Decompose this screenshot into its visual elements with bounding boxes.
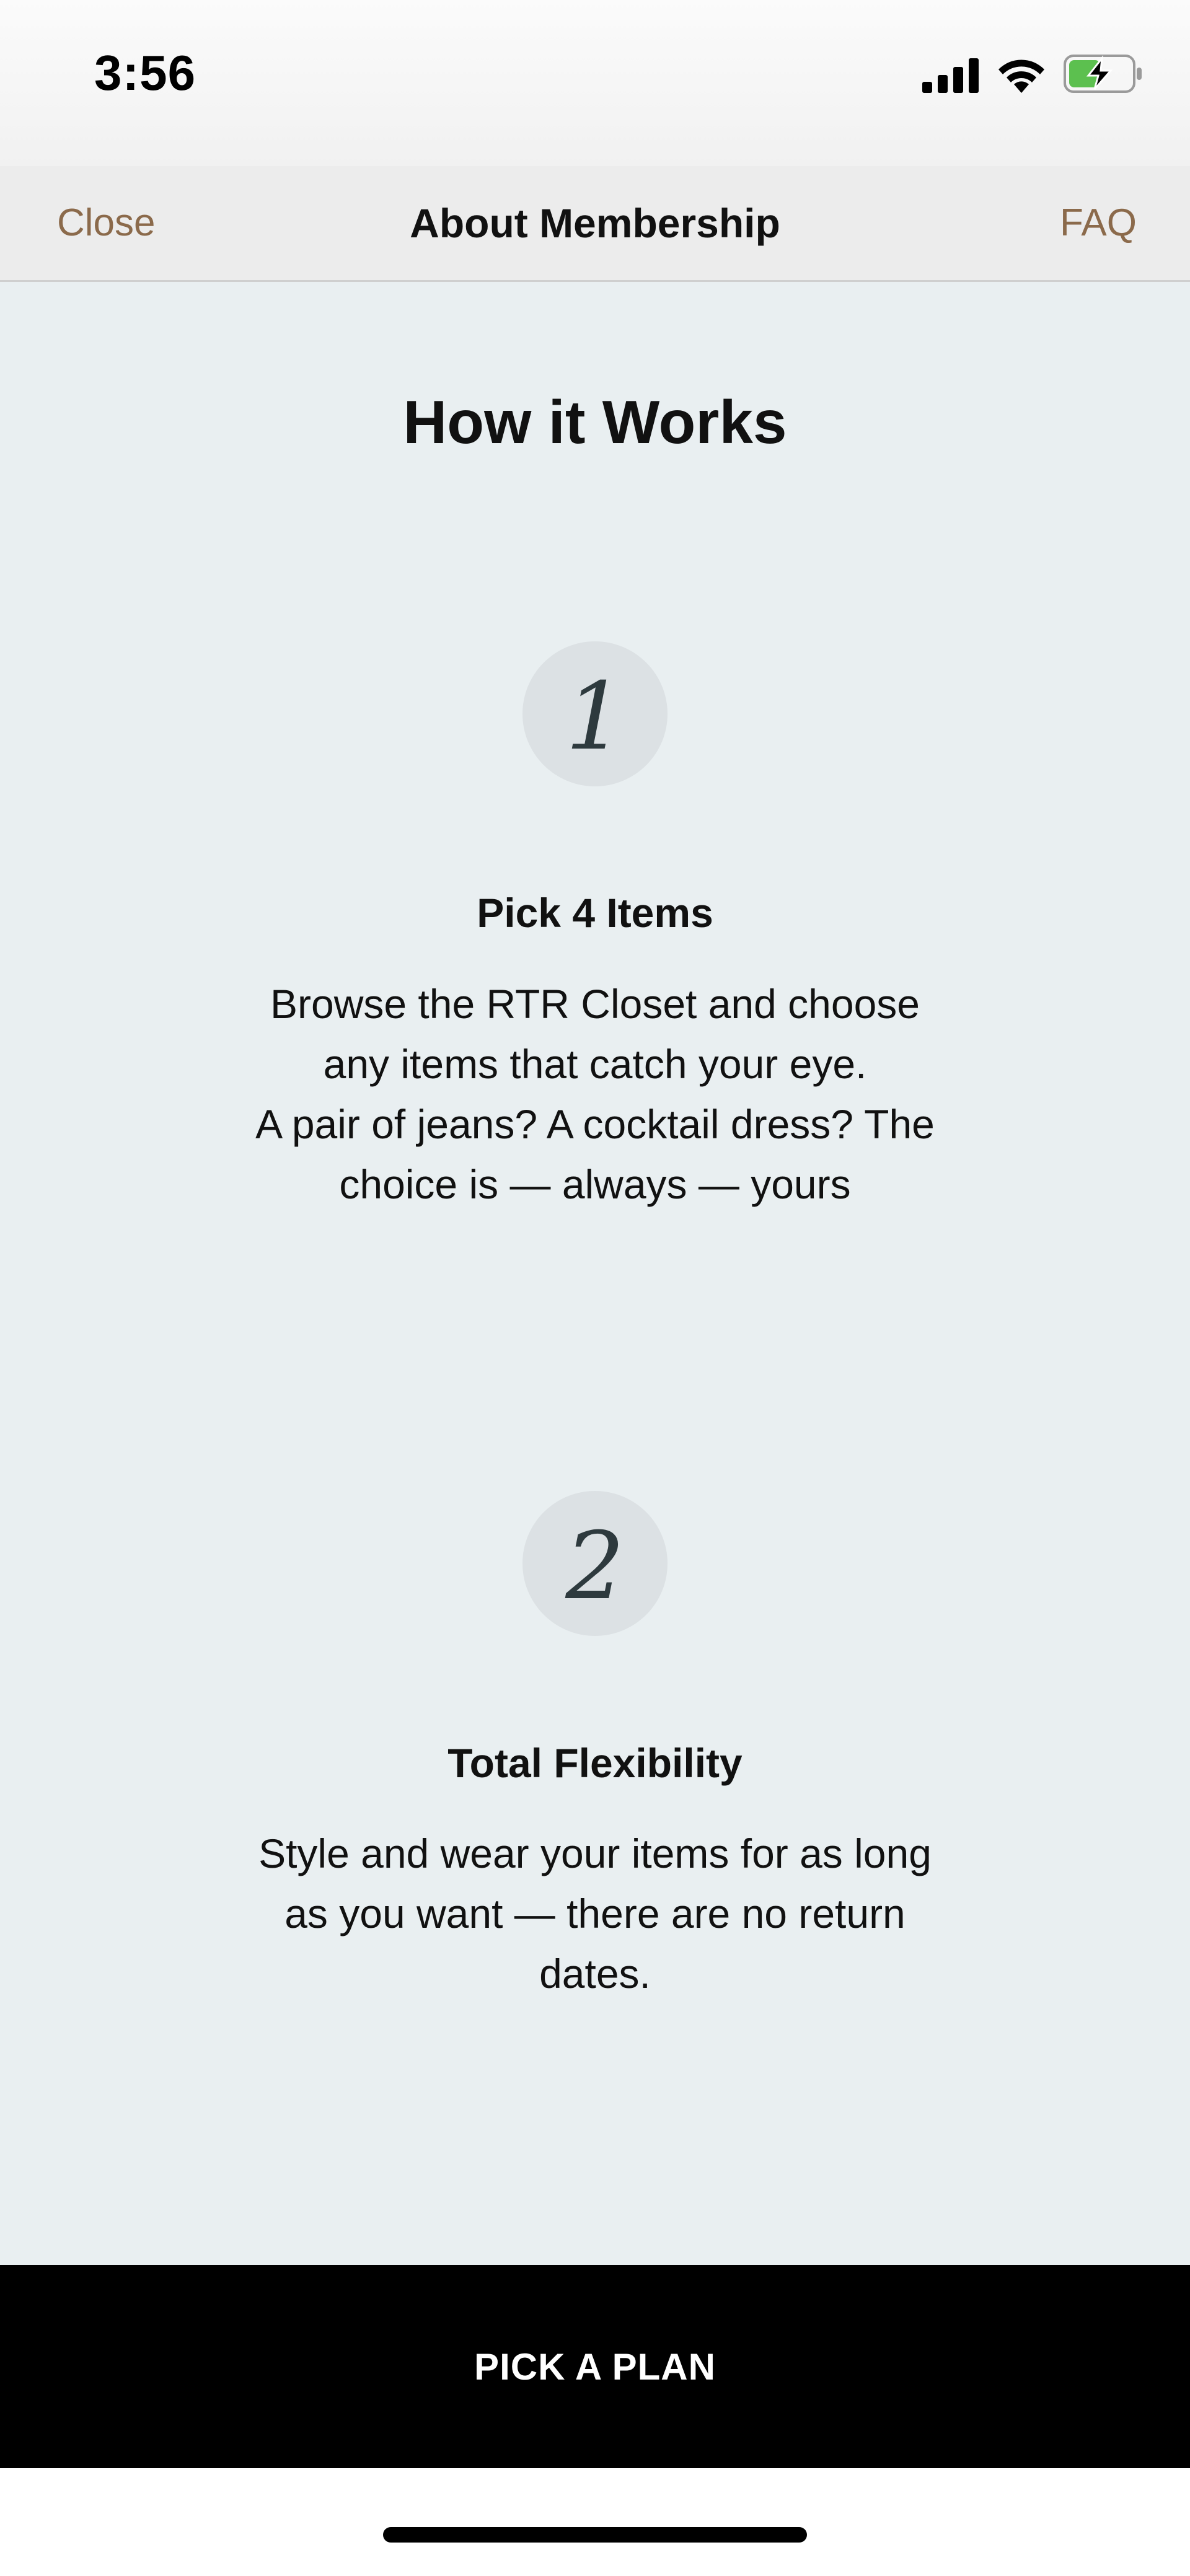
step-number-badge: 1 [522, 641, 668, 786]
description-line: Browse the RTR Closet and choose [270, 981, 920, 1027]
description-line: A pair of jeans? A cocktail dress? The [255, 1101, 935, 1147]
step-title: Total Flexibility [447, 1740, 743, 1786]
section-title: How it Works [403, 388, 787, 456]
step-number: 2 [565, 1513, 625, 1620]
step-number-badge: 2 [522, 1491, 668, 1636]
pick-a-plan-button[interactable]: PICK A PLAN [0, 2265, 1190, 2468]
description-line: choice is — always — yours [339, 1161, 851, 1207]
signal-icon [922, 58, 979, 93]
step-description: Style and wear your items for as long as… [223, 1824, 967, 2004]
step-number: 1 [565, 663, 625, 771]
how-it-works-section: How it Works 1 Pick 4 Items Browse the R… [0, 282, 1190, 2265]
description-line: dates. [539, 1951, 651, 1997]
faq-link[interactable]: FAQ [1060, 166, 1137, 280]
description-line: as you want — there are no return [284, 1891, 906, 1936]
home-indicator[interactable] [383, 2527, 807, 2543]
status-icons [922, 53, 1143, 93]
home-indicator-area [0, 2468, 1190, 2576]
nav-bar: Close About Membership FAQ [0, 166, 1190, 282]
status-bar: 3:56 [0, 0, 1190, 166]
battery-charging-icon [1064, 55, 1142, 93]
status-time: 3:56 [94, 45, 196, 100]
step-title: Pick 4 Items [477, 890, 713, 936]
wifi-icon [998, 59, 1044, 93]
step-description: Browse the RTR Closet and choose any ite… [223, 974, 967, 1215]
page-title: About Membership [410, 200, 780, 246]
description-line: any items that catch your eye. [323, 1041, 867, 1087]
description-line: Style and wear your items for as long [258, 1831, 932, 1876]
